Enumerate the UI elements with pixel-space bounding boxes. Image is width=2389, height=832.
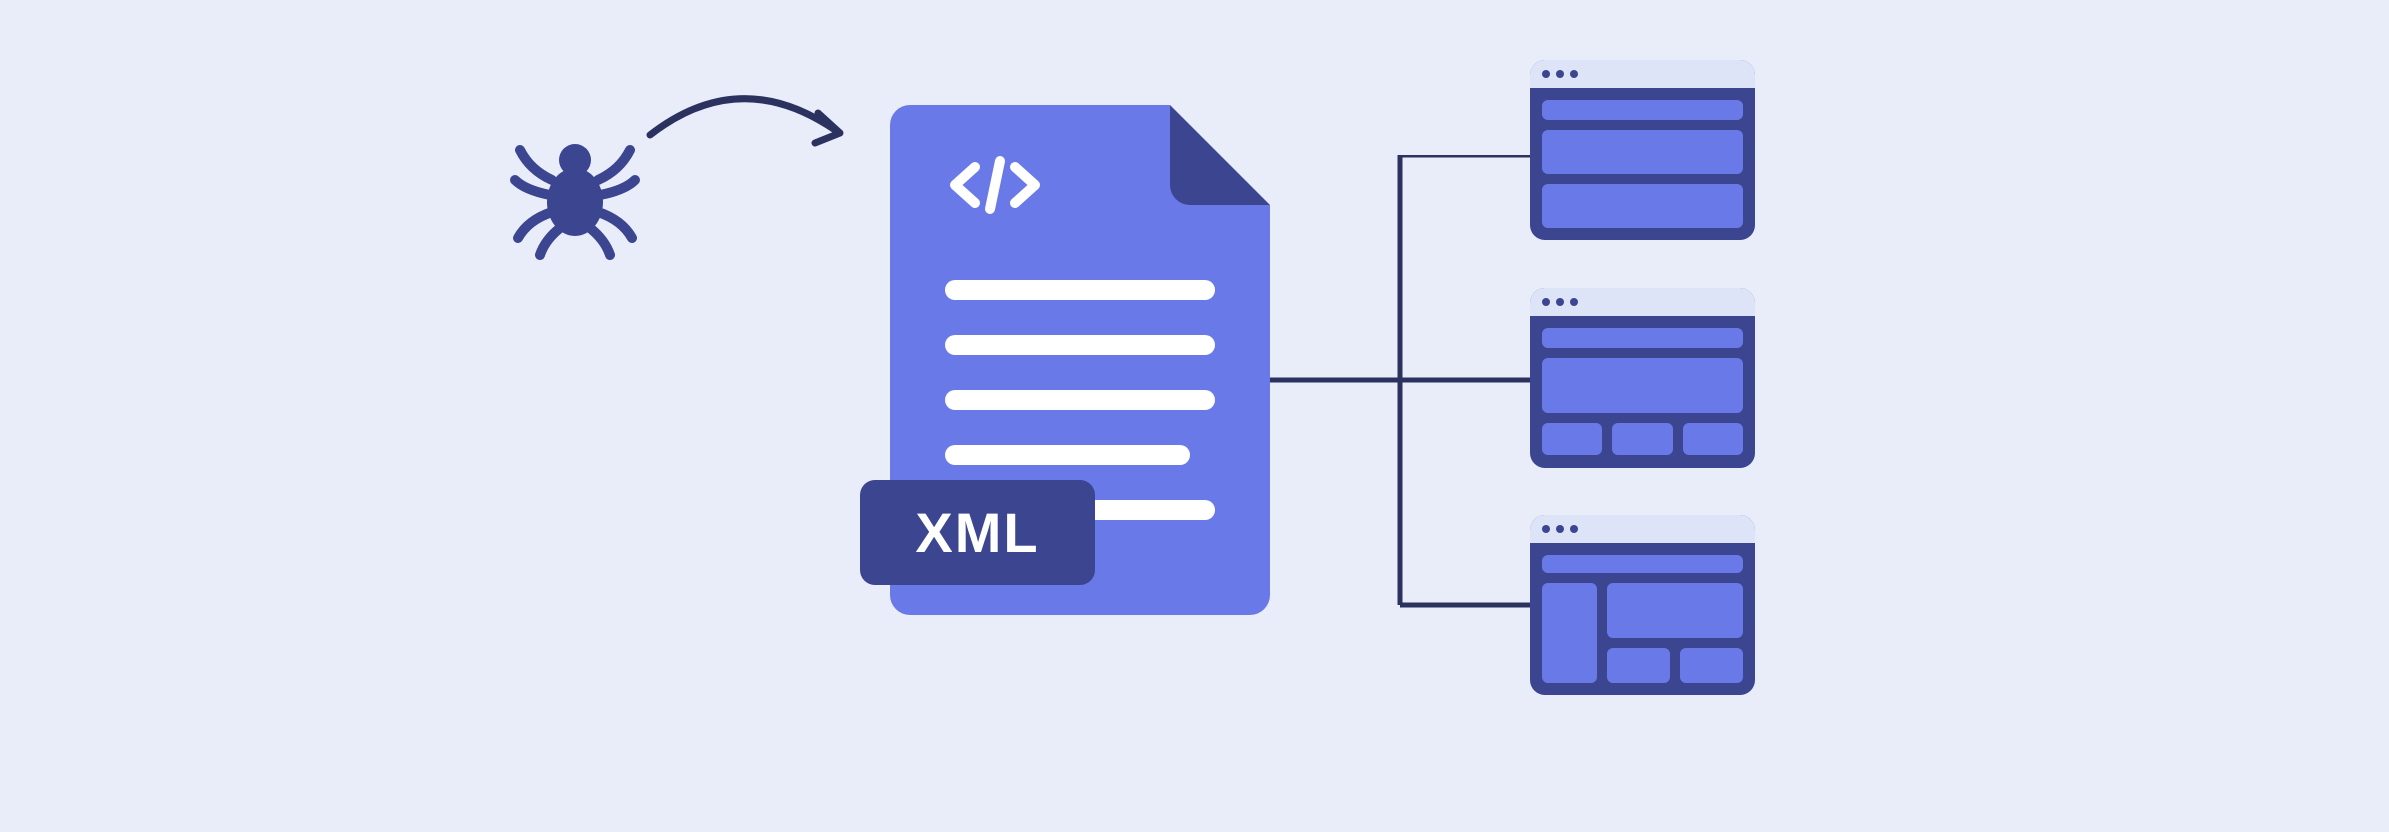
- page-content: [1530, 543, 1755, 695]
- arrow-icon: [640, 75, 860, 175]
- document-body: XML: [890, 105, 1270, 615]
- content-block: [1542, 423, 1602, 455]
- window-control-dot: [1570, 70, 1578, 78]
- content-block: [1542, 583, 1597, 683]
- window-control-dot: [1542, 298, 1550, 306]
- content-row: [1542, 423, 1743, 455]
- content-row: [1542, 583, 1743, 683]
- browser-title-bar: [1530, 288, 1755, 316]
- content-block: [1612, 423, 1672, 455]
- page-content: [1530, 88, 1755, 240]
- content-block: [1542, 130, 1743, 174]
- browser-title-bar: [1530, 60, 1755, 88]
- window-control-dot: [1556, 70, 1564, 78]
- content-block: [1542, 358, 1743, 413]
- content-block: [1542, 100, 1743, 120]
- window-control-dot: [1542, 70, 1550, 78]
- window-control-dot: [1570, 525, 1578, 533]
- xml-label-text: XML: [915, 500, 1039, 565]
- content-row: [1607, 648, 1743, 683]
- content-block: [1542, 555, 1743, 573]
- content-block: [1607, 583, 1743, 638]
- window-control-dot: [1556, 298, 1564, 306]
- document-line: [945, 390, 1215, 410]
- document-folded-corner: [1170, 105, 1270, 205]
- content-block: [1683, 423, 1743, 455]
- xml-sitemap-diagram: XML: [0, 0, 2389, 832]
- content-block: [1542, 328, 1743, 348]
- page-content: [1530, 316, 1755, 468]
- webpage-preview-3: [1530, 515, 1755, 695]
- code-bracket-icon: [945, 155, 1045, 215]
- window-control-dot: [1570, 298, 1578, 306]
- webpage-preview-1: [1530, 60, 1755, 240]
- content-block: [1542, 184, 1743, 228]
- content-column: [1607, 583, 1743, 683]
- connection-lines: [1270, 155, 1520, 605]
- browser-title-bar: [1530, 515, 1755, 543]
- window-control-dot: [1542, 525, 1550, 533]
- document-line: [945, 445, 1190, 465]
- spider-crawler-icon: [510, 130, 640, 260]
- window-control-dot: [1556, 525, 1564, 533]
- xml-badge: XML: [860, 480, 1095, 585]
- document-line: [945, 335, 1215, 355]
- webpage-preview-2: [1530, 288, 1755, 468]
- content-block: [1680, 648, 1743, 683]
- content-block: [1607, 648, 1670, 683]
- document-line: [945, 280, 1215, 300]
- xml-document-icon: XML: [890, 105, 1280, 635]
